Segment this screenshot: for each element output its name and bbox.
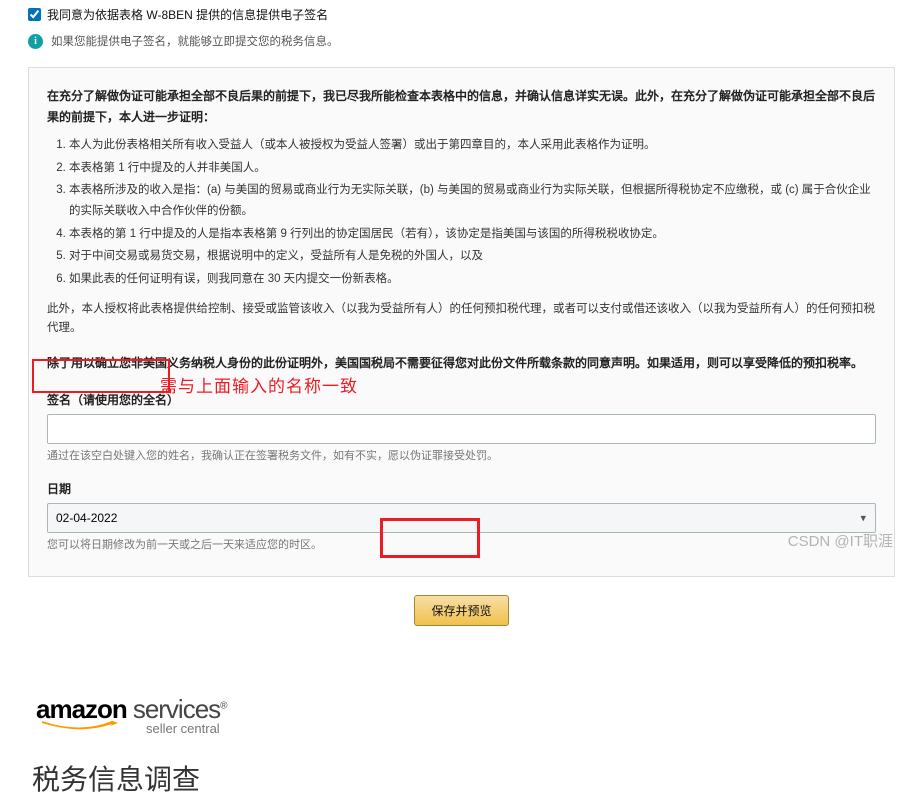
signature-input[interactable] <box>47 414 876 444</box>
cert-intro: 在充分了解做伪证可能承担全部不良后果的前提下，我已尽我所能检查本表格中的信息，并… <box>47 86 876 127</box>
cert-item: 本人为此份表格相关所有收入受益人（或本人被授权为受益人签署）或出于第四章目的，本… <box>69 135 876 156</box>
date-hint: 您可以将日期修改为前一天或之后一天来适应您的时区。 <box>47 537 876 555</box>
date-label: 日期 <box>47 480 876 497</box>
cert-irs: 除了用以确立您非美国义务纳税人身份的此份证明外，美国国税局不需要征得您对此份文件… <box>47 353 876 373</box>
cert-item: 本表格第 1 行中提及的人并非美国人。 <box>69 158 876 179</box>
page-title: 税务信息调查 <box>28 758 895 798</box>
amazon-swoosh-icon <box>40 720 120 730</box>
signature-label: 签名（请使用您的全名） <box>47 391 876 408</box>
hint-text: 如果您能提供电子签名，就能够立即提交您的税务信息。 <box>51 33 339 49</box>
info-icon: i <box>28 34 43 49</box>
seller-central-label: seller central <box>146 721 895 736</box>
date-select[interactable]: 02-04-2022 <box>47 503 876 533</box>
cert-list: 本人为此份表格相关所有收入受益人（或本人被授权为受益人签署）或出于第四章目的，本… <box>47 135 876 290</box>
consent-checkbox[interactable] <box>28 8 41 21</box>
save-preview-button[interactable]: 保存并预览 <box>414 595 508 626</box>
cert-item: 对于中间交易或易货交易，根据说明中的定义，受益所有人是免税的外国人，以及 <box>69 246 876 267</box>
footer: amazon services® seller central 税务信息调查 <box>28 694 895 798</box>
cert-item: 如果此表的任何证明有误，则我同意在 30 天内提交一份新表格。 <box>69 269 876 290</box>
cert-auth: 此外，本人授权将此表格提供给控制、接受或监管该收入（以我为受益所有人）的任何预扣… <box>47 300 876 339</box>
cert-item: 本表格所涉及的收入是指：(a) 与美国的贸易或商业行为无实际关联，(b) 与美国… <box>69 180 876 221</box>
certification-box: 在充分了解做伪证可能承担全部不良后果的前提下，我已尽我所能检查本表格中的信息，并… <box>28 67 895 577</box>
consent-label: 我同意为依据表格 W-8BEN 提供的信息提供电子签名 <box>47 6 328 25</box>
amazon-word: amazon <box>36 694 127 725</box>
signature-hint: 通过在该空白处键入您的姓名，我确认正在签署税务文件，如有不实，愿以伪证罪接受处罚… <box>47 448 876 466</box>
cert-item: 本表格的第 1 行中提及的人是指本表格第 9 行列出的协定国居民（若有），该协定… <box>69 224 876 245</box>
